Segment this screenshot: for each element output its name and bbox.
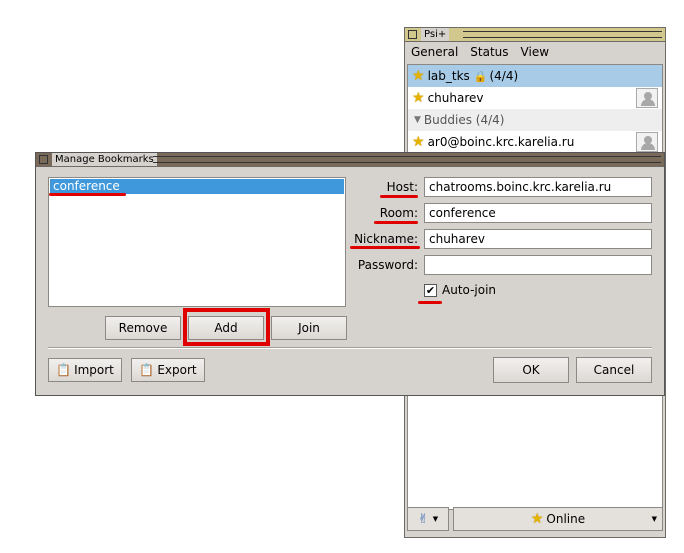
star-icon: ★	[530, 511, 544, 527]
avatar	[636, 132, 658, 152]
lock-icon: 🔒	[473, 69, 488, 83]
status-selector[interactable]: ★ Online ▼	[453, 507, 663, 531]
password-label: Password:	[357, 258, 418, 272]
roster-item-conference[interactable]: ★ lab_tks 🔒 (4/4)	[408, 65, 662, 87]
star-icon: ★	[412, 90, 425, 106]
menu-view[interactable]: View	[521, 45, 549, 59]
menu-general[interactable]: General	[411, 45, 458, 59]
export-icon: 📋	[139, 363, 155, 377]
autojoin-label[interactable]: Auto-join	[442, 283, 496, 297]
import-button[interactable]: 📋 Import	[48, 358, 122, 382]
window-menu-icon[interactable]	[408, 30, 417, 39]
star-icon: ★	[412, 134, 425, 150]
titlebar-stripes	[153, 156, 661, 163]
bookmark-list[interactable]: conference	[48, 177, 346, 307]
remove-button[interactable]: Remove	[105, 316, 181, 340]
import-label: Import	[74, 363, 114, 377]
conference-name: lab_tks	[427, 69, 470, 83]
room-input[interactable]: conference	[424, 203, 652, 223]
triangle-down-icon: ▼	[414, 115, 421, 125]
chevron-down-icon: ▼	[432, 515, 439, 523]
window-menu-icon[interactable]	[39, 155, 48, 164]
divider	[48, 347, 652, 349]
host-input[interactable]: chatrooms.boinc.krc.karelia.ru	[424, 177, 652, 197]
contact-name: ar0@boinc.krc.karelia.ru	[427, 135, 575, 149]
bookmark-item-conference[interactable]: conference	[50, 179, 344, 194]
nickname-label: Nickname:	[354, 232, 418, 246]
roster-group-buddies[interactable]: ▼ Buddies (4/4)	[408, 109, 662, 131]
psi-bottom-bar: ✌ ▼ ★ Online ▼	[407, 507, 663, 533]
psi-logo-icon: ✌	[417, 511, 429, 527]
cancel-button[interactable]: Cancel	[576, 357, 652, 383]
nickname-input[interactable]: chuharev	[424, 229, 652, 249]
ok-button[interactable]: OK	[493, 357, 569, 383]
autojoin-checkbox[interactable]: ✔	[424, 284, 437, 297]
titlebar-stripes	[463, 31, 662, 38]
annotation-box-add	[183, 308, 270, 346]
psi-menubar: General Status View	[405, 42, 665, 62]
export-button[interactable]: 📋 Export	[131, 358, 205, 382]
password-input[interactable]	[424, 255, 652, 275]
menu-status[interactable]: Status	[470, 45, 508, 59]
annotation-underline-room	[374, 221, 418, 224]
roster-item-contact[interactable]: ★ ar0@boinc.krc.karelia.ru	[408, 131, 662, 153]
host-label: Host:	[386, 180, 418, 194]
roster-item-self[interactable]: ★ chuharev	[408, 87, 662, 109]
annotation-underline-nickname	[350, 246, 420, 249]
status-label: Online	[546, 512, 586, 526]
annotation-underline-autojoin	[418, 301, 442, 304]
export-label: Export	[157, 363, 197, 377]
join-button[interactable]: Join	[271, 316, 347, 340]
dialog-titlebar[interactable]: Manage Bookmarks	[36, 153, 664, 167]
dialog-title: Manage Bookmarks	[52, 153, 157, 166]
import-icon: 📋	[56, 363, 72, 377]
avatar	[636, 88, 658, 108]
psi-menu-button[interactable]: ✌ ▼	[407, 507, 449, 531]
self-name: chuharev	[427, 91, 484, 105]
annotation-underline-conference	[49, 193, 126, 196]
chevron-down-icon: ▼	[651, 515, 657, 523]
star-icon: ★	[412, 68, 425, 84]
psi-titlebar[interactable]: Psi+	[405, 28, 665, 42]
psi-window-title: Psi+	[421, 28, 450, 41]
group-name: Buddies (4/4)	[423, 113, 505, 127]
annotation-underline-host	[380, 195, 418, 198]
room-label: Room:	[379, 206, 418, 220]
manage-bookmarks-dialog: Manage Bookmarks conference Remove Add J…	[35, 152, 665, 396]
conference-count: (4/4)	[489, 69, 519, 83]
